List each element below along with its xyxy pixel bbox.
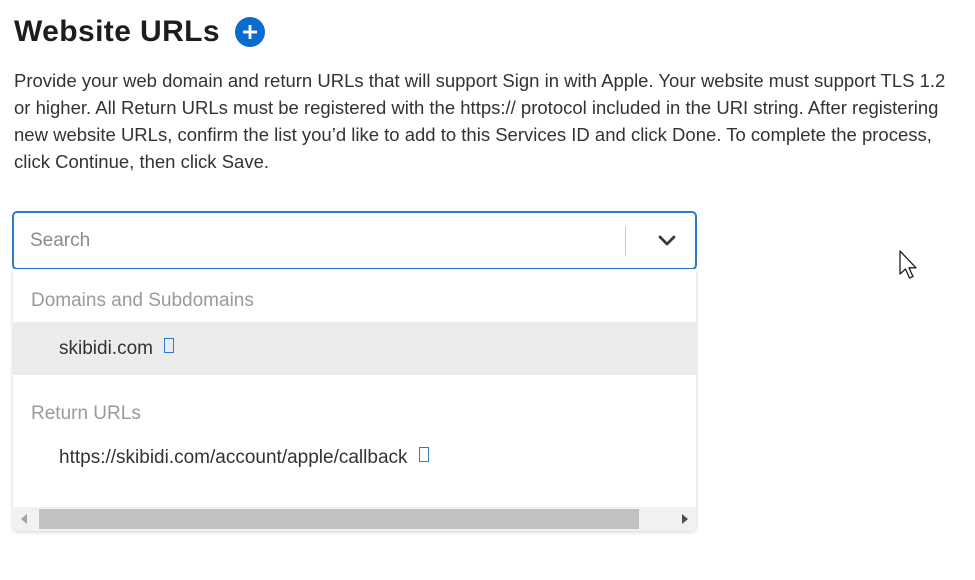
website-urls-page: Website URLs Provide your web domain and… [0,0,975,580]
plus-circle-icon [242,25,257,39]
scrollbar-thumb[interactable] [39,509,639,529]
triangle-right-icon [682,514,688,524]
mouse-pointer-icon [899,250,919,285]
group-label-return-urls: Return URLs [31,403,141,424]
search-input[interactable] [14,213,614,268]
section-description: Provide your web domain and return URLs … [14,70,946,172]
option-domain-label: skibidi.com [59,337,153,359]
option-domain[interactable]: skibidi.com [13,322,696,375]
chevron-down-icon [658,235,675,245]
section-header: Website URLs [14,12,265,52]
triangle-left-icon [21,514,27,524]
horizontal-scrollbar[interactable] [13,507,696,531]
section-title: Website URLs [14,15,220,48]
missing-glyph-icon [163,338,174,353]
combobox-separator [625,226,626,256]
scroll-left-button[interactable] [13,507,35,531]
option-return-url[interactable]: https://skibidi.com/account/apple/callba… [13,431,696,484]
dropdown-menu: Domains and Subdomains skibidi.com Retur… [13,269,696,531]
group-label-domains: Domains and Subdomains [31,290,254,311]
add-url-button[interactable] [234,17,265,47]
url-combobox[interactable] [12,211,697,270]
missing-glyph-icon [418,447,429,462]
dropdown-toggle-button[interactable] [638,213,695,268]
scroll-right-button[interactable] [674,507,696,531]
option-return-url-label: https://skibidi.com/account/apple/callba… [59,446,408,468]
